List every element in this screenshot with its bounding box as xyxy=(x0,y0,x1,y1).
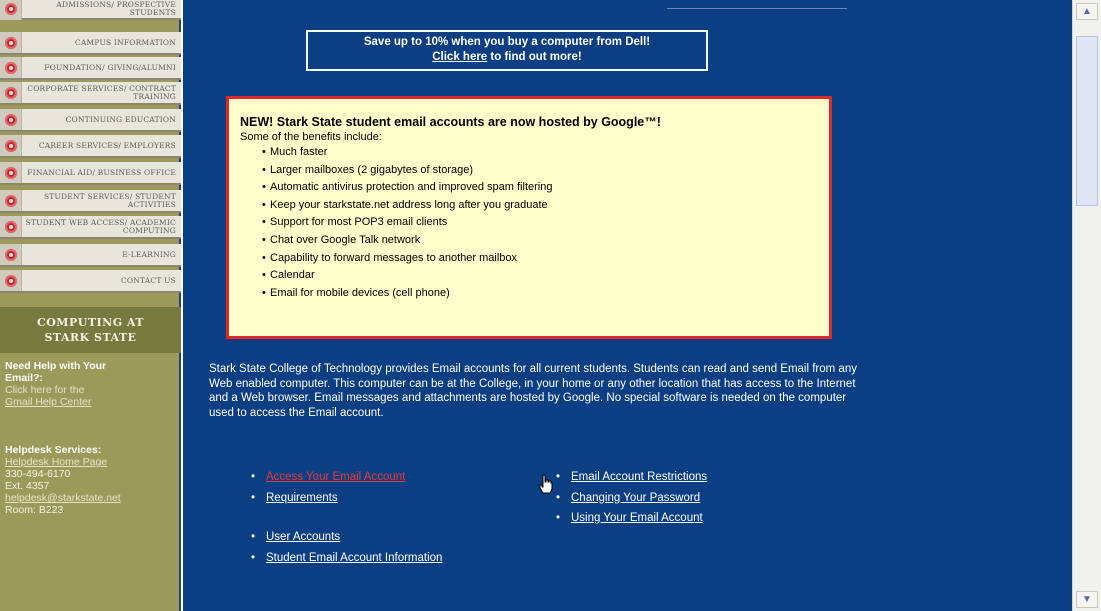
nav-item-continuing-education[interactable]: CONTINUING EDUCATION xyxy=(0,109,181,132)
nav-bullet-icon xyxy=(0,244,22,265)
help-text: Click here for the xyxy=(5,384,85,396)
nav-bullet-icon xyxy=(0,82,22,103)
nav-bullet-icon xyxy=(0,32,22,53)
link-item: Access Your Email Account xyxy=(251,467,405,488)
scroll-down-arrow-icon[interactable]: ▼ xyxy=(1076,591,1098,608)
help-heading: Need Help with Your Email?: xyxy=(5,360,107,384)
nav-bullet-icon xyxy=(0,109,22,130)
benefit-item: Larger mailboxes (2 gigabytes of storage… xyxy=(262,162,829,180)
nav-bullet-icon xyxy=(0,57,22,78)
nav-item-financial-aid[interactable]: FINANCIAL AID/ BUSINESS OFFICE xyxy=(0,162,181,185)
nav-bullet-icon xyxy=(0,270,22,291)
using-email-link[interactable]: Using Your Email Account xyxy=(571,512,703,524)
vertical-scrollbar[interactable]: ▲ ▼ xyxy=(1072,0,1101,611)
nav-bullet-icon xyxy=(0,216,22,237)
helpdesk-ext: Ext. 4357 xyxy=(5,480,50,492)
link-item: Email Account Restrictions xyxy=(556,467,707,488)
scroll-up-arrow-icon[interactable]: ▲ xyxy=(1076,3,1098,20)
nav-item-label: CAREER SERVICES/ EMPLOYERS xyxy=(38,140,176,150)
helpdesk-home-link[interactable]: Helpdesk Home Page xyxy=(5,456,177,468)
benefit-item: Email for mobile devices (cell phone) xyxy=(262,285,829,303)
dell-promo-rest: to find out more! xyxy=(487,51,582,63)
nav-item-label: ADMISSIONS/ PROSPECTIVE STUDENTS xyxy=(56,0,176,17)
nav-item-label: E-LEARNING xyxy=(122,249,176,259)
benefit-item: Capability to forward messages to anothe… xyxy=(262,250,829,268)
google-announcement-box: NEW! Stark State student email accounts … xyxy=(226,96,832,339)
links-right-group: Email Account Restrictions Changing Your… xyxy=(556,467,707,529)
top-divider xyxy=(667,0,847,9)
link-item: Student Email Account Information xyxy=(251,548,442,569)
left-navigation: ADMISSIONS/ PROSPECTIVE STUDENTS CAMPUS … xyxy=(0,0,181,611)
dell-promo-box: Save up to 10% when you buy a computer f… xyxy=(306,30,708,71)
user-accounts-link[interactable]: User Accounts xyxy=(266,531,340,543)
nav-item-label: FINANCIAL AID/ BUSINESS OFFICE xyxy=(27,167,176,177)
dell-promo-text: Save up to 10% when you buy a computer f… xyxy=(363,36,651,48)
nav-item-career-services[interactable]: CAREER SERVICES/ EMPLOYERS xyxy=(0,135,181,158)
computing-section-header: COMPUTING AT STARK STATE xyxy=(0,307,181,353)
hand-cursor-icon xyxy=(539,474,553,494)
link-item: Changing Your Password xyxy=(556,488,707,509)
scrollbar-thumb[interactable] xyxy=(1076,36,1098,206)
nav-item-foundation[interactable]: FOUNDATION/ GIVING/ALUMNI xyxy=(0,57,181,80)
dell-promo-line2: Click here to find out more! xyxy=(308,50,706,65)
nav-item-label: CORPORATE SERVICES/ CONTRACT TRAINING xyxy=(27,83,176,101)
help-block: Need Help with Your Email?: Click here f… xyxy=(5,360,145,408)
main-content: Save up to 10% when you buy a computer f… xyxy=(183,0,1072,611)
nav-item-label: CONTINUING EDUCATION xyxy=(65,114,176,124)
email-description: Stark State College of Technology provid… xyxy=(209,363,857,419)
benefit-item: Keep your starkstate.net address long af… xyxy=(262,197,829,215)
nav-item-student-web-access[interactable]: STUDENT WEB ACCESS/ ACADEMIC COMPUTING xyxy=(0,216,181,239)
benefit-item: Automatic antivirus protection and impro… xyxy=(262,179,829,197)
computing-title-line2: STARK STATE xyxy=(44,331,137,344)
nav-item-label: STUDENT WEB ACCESS/ ACADEMIC COMPUTING xyxy=(25,217,176,235)
nav-item-contact-us[interactable]: CONTACT US xyxy=(0,270,181,293)
nav-bullet-icon xyxy=(0,0,22,20)
student-email-info-link[interactable]: Student Email Account Information xyxy=(266,552,442,564)
access-email-link[interactable]: Access Your Email Account xyxy=(266,471,405,483)
nav-item-e-learning[interactable]: E-LEARNING xyxy=(0,244,181,267)
nav-item-label: FOUNDATION/ GIVING/ALUMNI xyxy=(44,62,176,72)
helpdesk-email-link[interactable]: helpdesk@starkstate.net xyxy=(5,492,177,504)
nav-bullet-icon xyxy=(0,190,22,211)
nav-item-corporate-services[interactable]: CORPORATE SERVICES/ CONTRACT TRAINING xyxy=(0,82,181,105)
nav-item-label: STUDENT SERVICES/ STUDENT ACTIVITIES xyxy=(43,191,176,209)
helpdesk-block: Helpdesk Services: Helpdesk Home Page 33… xyxy=(5,444,177,516)
link-item: Using Your Email Account xyxy=(556,508,707,529)
nav-item-campus-information[interactable]: CAMPUS INFORMATION xyxy=(0,32,181,55)
benefit-item: Much faster xyxy=(262,144,829,162)
nav-item-student-services[interactable]: STUDENT SERVICES/ STUDENT ACTIVITIES xyxy=(0,190,181,213)
changing-password-link[interactable]: Changing Your Password xyxy=(571,492,700,504)
links-left-group-a: Access Your Email Account Requirements xyxy=(251,467,405,508)
benefit-item: Support for most POP3 email clients xyxy=(262,214,829,232)
benefits-list: Much faster Larger mailboxes (2 gigabyte… xyxy=(240,144,829,302)
benefit-item: Calendar xyxy=(262,267,829,285)
google-announcement-title: NEW! Stark State student email accounts … xyxy=(240,115,661,129)
email-restrictions-link[interactable]: Email Account Restrictions xyxy=(571,471,707,483)
nav-item-admissions[interactable]: ADMISSIONS/ PROSPECTIVE STUDENTS xyxy=(0,0,181,20)
nav-bullet-icon xyxy=(0,162,22,183)
link-item: Requirements xyxy=(251,488,405,509)
dell-promo-link[interactable]: Click here xyxy=(432,51,487,63)
helpdesk-phone: 330-494-6170 xyxy=(5,468,71,480)
nav-item-label: CAMPUS INFORMATION xyxy=(74,37,176,47)
benefits-intro: Some of the benefits include: xyxy=(240,131,382,143)
benefit-item: Chat over Google Talk network xyxy=(262,232,829,250)
nav-item-label: CONTACT US xyxy=(120,275,176,285)
helpdesk-room: Room: B223 xyxy=(5,504,64,516)
gmail-help-link[interactable]: Gmail Help Center xyxy=(5,396,145,408)
nav-bullet-icon xyxy=(0,135,22,156)
link-item: User Accounts xyxy=(251,527,442,548)
helpdesk-heading: Helpdesk Services: xyxy=(5,444,102,456)
computing-title-line1: COMPUTING AT xyxy=(36,316,145,329)
links-left-group-b: User Accounts Student Email Account Info… xyxy=(251,527,442,568)
requirements-link[interactable]: Requirements xyxy=(266,492,338,504)
